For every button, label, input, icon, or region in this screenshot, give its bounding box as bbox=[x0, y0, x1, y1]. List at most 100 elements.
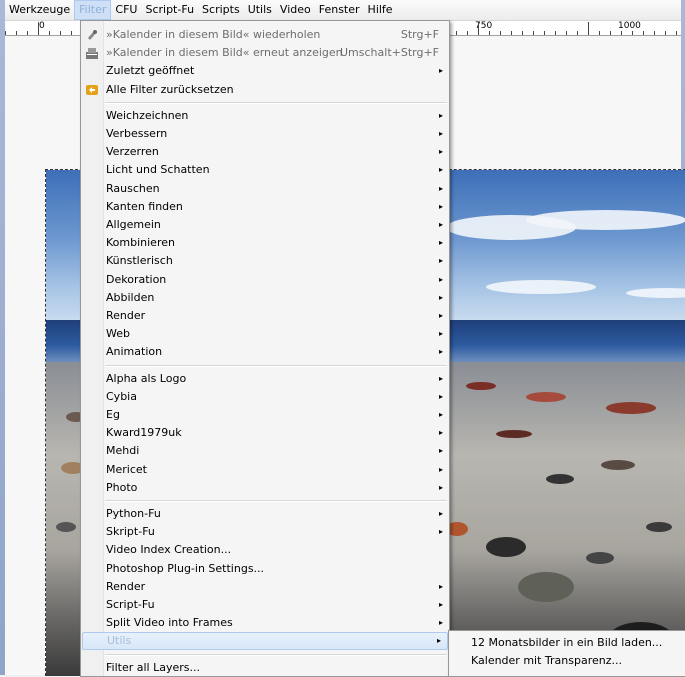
menu-item-kward1979uk[interactable]: Kward1979uk ▸ bbox=[81, 424, 449, 442]
menu-item-label: Script-Fu bbox=[106, 598, 155, 611]
ruler-tick bbox=[71, 31, 72, 35]
menu-item-label: Rauschen bbox=[106, 181, 160, 195]
menu-item-abbilden[interactable]: Abbilden ▸ bbox=[81, 289, 449, 307]
menu-item-label: Video Index Creation... bbox=[106, 543, 232, 557]
menu-item-allgemein[interactable]: Allgemein ▸ bbox=[81, 216, 449, 234]
menubar-item-filter[interactable]: Filter bbox=[74, 0, 112, 20]
ruler-tick bbox=[621, 31, 622, 35]
ruler-tick bbox=[522, 31, 523, 35]
submenu-arrow-icon: ▸ bbox=[438, 311, 443, 320]
ruler-tick bbox=[49, 31, 50, 35]
menu-item-shortcut: Umschalt+Strg+F bbox=[340, 46, 439, 60]
menu-item-cybia[interactable]: Cybia ▸ bbox=[81, 388, 449, 406]
menu-item-render[interactable]: Render ▸ bbox=[81, 578, 449, 596]
submenu-arrow-icon: ▸ bbox=[438, 391, 443, 401]
submenu-arrow-icon: ▸ bbox=[438, 581, 443, 591]
submenu-arrow-icon: ▸ bbox=[438, 329, 443, 339]
menu-item-label: Photoshop Plug-in Settings... bbox=[106, 561, 265, 575]
menubar-item-werkzeuge[interactable]: Werkzeuge bbox=[5, 0, 74, 20]
menu-item-script-fu[interactable]: Script-Fu ▸ bbox=[81, 596, 449, 614]
menubar-item-cfu[interactable]: CFU bbox=[111, 0, 141, 20]
filter-menu: »Kalender in diesem Bild« wiederholen Str… bbox=[80, 20, 450, 677]
ruler-tick bbox=[676, 31, 677, 35]
menu-item-label: Render bbox=[106, 579, 146, 593]
submenu-item-2[interactable]: Kalender mit Transparenz... bbox=[471, 652, 622, 670]
ruler-tick bbox=[643, 31, 644, 35]
menu-item-alpha-als-logo[interactable]: Alpha als Logo ▸ bbox=[81, 370, 449, 388]
ruler-tick bbox=[577, 31, 578, 35]
ruler-tick bbox=[16, 31, 17, 35]
ruler-tick bbox=[5, 31, 6, 35]
menu-item-kombinieren[interactable]: Kombinieren ▸ bbox=[81, 234, 449, 252]
submenu-arrow-icon: ▸ bbox=[438, 446, 443, 456]
menu-item-label: »Kalender in diesem Bild« wiederholen bbox=[106, 28, 321, 41]
menu-item-alle-filter-zur-cksetzen[interactable]: Alle Filter zurücksetzen bbox=[81, 81, 449, 99]
ruler-tick bbox=[665, 31, 666, 35]
submenu-arrow-icon: ▸ bbox=[438, 482, 443, 492]
menubar-item-scripts[interactable]: Scripts bbox=[198, 0, 244, 20]
submenu-arrow-icon: ▸ bbox=[438, 509, 443, 518]
menu-item-label: Web bbox=[106, 327, 130, 341]
menu-item-photoshop-plug-in-settings[interactable]: Photoshop Plug-in Settings... bbox=[81, 560, 449, 578]
menu-item-animation[interactable]: Animation ▸ bbox=[81, 343, 449, 361]
menu-item-mericet[interactable]: Mericet ▸ bbox=[81, 461, 449, 479]
menubar-item-fenster[interactable]: Fenster bbox=[315, 0, 364, 20]
menu-item-mehdi[interactable]: Mehdi ▸ bbox=[81, 442, 449, 460]
menu-item-verzerren[interactable]: Verzerren ▸ bbox=[81, 143, 449, 161]
submenu-item-1[interactable]: 12 Monatsbilder in ein Bild laden... bbox=[471, 634, 662, 652]
menu-item-label: Abbilden bbox=[106, 290, 155, 304]
menu-item-k-nstlerisch[interactable]: Künstlerisch ▸ bbox=[81, 252, 449, 270]
menu-item-web[interactable]: Web ▸ bbox=[81, 325, 449, 343]
menu-separator bbox=[105, 653, 447, 656]
submenu-arrow-icon: ▸ bbox=[438, 183, 443, 193]
menu-item-kalender-in-diesem-bild-erneut-anzeigen[interactable]: »Kalender in diesem Bild« erneut anzeige… bbox=[81, 44, 449, 62]
menu-item-video-index-creation[interactable]: Video Index Creation... bbox=[81, 541, 449, 559]
menu-item-kalender-in-diesem-bild-wiederholen[interactable]: »Kalender in diesem Bild« wiederholen Str… bbox=[81, 26, 449, 44]
menu-separator bbox=[105, 500, 447, 502]
menu-item-filter-all-layers[interactable]: Filter all Layers... bbox=[81, 659, 449, 677]
submenu-arrow-icon: ▸ bbox=[438, 347, 443, 357]
submenu-arrow-icon: ▸ bbox=[438, 147, 443, 157]
menu-item-split-video-into-frames[interactable]: Split Video into Frames ▸ bbox=[81, 614, 449, 632]
menu-item-skript-fu[interactable]: Skript-Fu ▸ bbox=[81, 523, 449, 541]
menu-item-verbessern[interactable]: Verbessern ▸ bbox=[81, 125, 449, 143]
menu-item-label: Split Video into Frames bbox=[106, 616, 233, 630]
submenu-arrow-icon: ▸ bbox=[438, 618, 443, 628]
ruler-tick bbox=[60, 31, 61, 35]
menubar-item-utils[interactable]: Utils bbox=[244, 0, 276, 20]
menu-item-python-fu[interactable]: Python-Fu ▸ bbox=[81, 505, 449, 523]
submenu-arrow-icon: ▸ bbox=[438, 292, 443, 302]
menubar-item-hilfe[interactable]: Hilfe bbox=[364, 0, 397, 20]
submenu-arrow-icon: ▸ bbox=[438, 238, 443, 248]
submenu-arrow-icon: ▸ bbox=[438, 66, 443, 76]
menubar-item-script-fu[interactable]: Script-Fu bbox=[141, 0, 198, 20]
submenu-arrow-icon: ▸ bbox=[438, 373, 443, 383]
submenu-arrow-icon: ▸ bbox=[438, 129, 443, 138]
menu-item-eg[interactable]: Eg ▸ bbox=[81, 406, 449, 424]
menu-item-licht-und-schatten[interactable]: Licht und Schatten ▸ bbox=[81, 161, 449, 179]
menu-item-label: Kward1979uk bbox=[106, 426, 182, 440]
submenu-arrow-icon: ▸ bbox=[436, 636, 441, 646]
menubar: Werkzeuge Filter CFU Script-Fu Scripts Utils V… bbox=[5, 0, 681, 21]
menu-item-weichzeichnen[interactable]: Weichzeichnen ▸ bbox=[81, 107, 449, 125]
menubar-item-video[interactable]: Video bbox=[276, 0, 315, 20]
submenu-arrow-icon: ▸ bbox=[438, 464, 443, 474]
ruler-tick bbox=[511, 31, 512, 35]
menu-item-rauschen[interactable]: Rauschen ▸ bbox=[81, 180, 449, 198]
menu-item-label: Dekoration bbox=[106, 272, 167, 286]
menu-item-label: Mericet bbox=[106, 462, 147, 476]
menu-item-label: Alpha als Logo bbox=[106, 371, 187, 385]
menu-item-utils[interactable]: Utils ▸ bbox=[82, 632, 448, 651]
menu-item-kanten-finden[interactable]: Kanten finden ▸ bbox=[81, 198, 449, 216]
menu-item-label: Zuletzt geöffnet bbox=[106, 64, 195, 78]
menu-item-photo[interactable]: Photo ▸ bbox=[81, 479, 449, 497]
menu-item-label: Photo bbox=[106, 480, 138, 494]
utils-submenu: 12 Monatsbilder in ein Bild laden... Kale… bbox=[448, 630, 685, 677]
menu-item-dekoration[interactable]: Dekoration ▸ bbox=[81, 271, 449, 289]
menu-item-zuletzt-ge-ffnet[interactable]: Zuletzt geöffnet ▸ bbox=[81, 62, 449, 80]
menu-item-label: »Kalender in diesem Bild« erneut anzeige… bbox=[106, 46, 343, 60]
ruler-tick bbox=[588, 22, 589, 35]
menu-item-render[interactable]: Render ▸ bbox=[81, 307, 449, 325]
submenu-arrow-icon: ▸ bbox=[438, 527, 443, 537]
submenu-arrow-icon: ▸ bbox=[438, 428, 443, 438]
